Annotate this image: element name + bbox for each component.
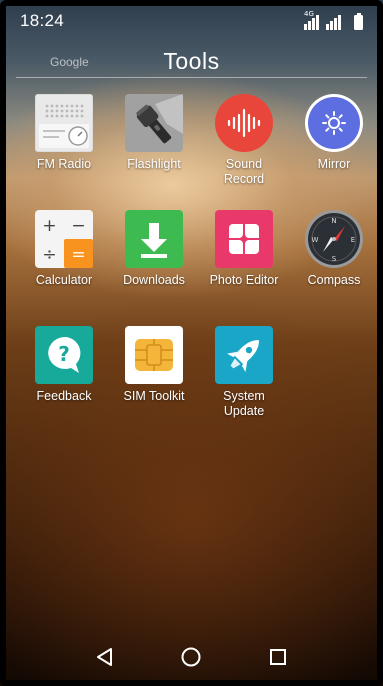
app-label: Mirror xyxy=(317,157,351,171)
app-feedback[interactable]: ? Feedback xyxy=(16,326,112,404)
app-sound-record[interactable]: Sound Record xyxy=(196,94,292,187)
app-photo-editor[interactable]: Photo Editor xyxy=(196,210,292,288)
feedback-question-glyph: ? xyxy=(58,342,70,366)
app-label: Compass xyxy=(307,273,361,287)
recents-icon xyxy=(269,649,286,665)
signal-icon xyxy=(326,14,342,30)
app-label: Calculator xyxy=(35,273,93,287)
compass-n-label: N xyxy=(331,217,336,225)
downloads-icon xyxy=(125,210,183,268)
app-label: Photo Editor xyxy=(209,273,279,287)
app-label: Downloads xyxy=(123,273,185,287)
app-fm-radio[interactable]: FM Radio xyxy=(16,93,112,172)
calc-equals-glyph: = xyxy=(71,245,85,265)
system-update-icon xyxy=(215,326,273,384)
calculator-icon: + − ÷ = xyxy=(35,210,93,268)
app-label: System Update xyxy=(223,389,265,418)
app-label: Flashlight xyxy=(127,157,181,171)
signal-4g-icon: 4G xyxy=(304,10,320,30)
compass-w-label: W xyxy=(312,236,319,244)
app-label: Sound Record xyxy=(223,157,265,186)
status-icons: 4G xyxy=(304,10,363,30)
compass-e-label: E xyxy=(351,236,355,244)
home-button[interactable] xyxy=(178,644,204,670)
fm-radio-icon xyxy=(34,93,94,153)
calc-minus-glyph: − xyxy=(71,216,85,236)
folder-header: Google Tools xyxy=(16,44,367,78)
sound-record-icon xyxy=(215,94,273,152)
app-compass[interactable]: N E S W Compass xyxy=(286,210,382,288)
clock: 18:24 xyxy=(20,11,65,30)
compass-s-label: S xyxy=(332,255,337,263)
app-label: SIM Toolkit xyxy=(123,389,185,403)
app-mirror[interactable]: Mirror xyxy=(286,94,382,172)
app-flashlight[interactable]: Flashlight xyxy=(106,94,202,172)
feedback-icon: ? xyxy=(35,326,93,384)
status-bar: 18:24 4G xyxy=(6,6,377,36)
compass-icon: N E S W xyxy=(305,210,363,268)
app-label: FM Radio xyxy=(36,157,92,171)
calc-divide-glyph: ÷ xyxy=(42,245,56,265)
folder-title[interactable]: Tools xyxy=(16,48,367,75)
calc-plus-glyph: + xyxy=(42,216,56,236)
home-icon xyxy=(181,647,201,667)
battery-icon xyxy=(354,13,363,30)
back-icon xyxy=(97,648,113,666)
mirror-icon xyxy=(305,94,363,152)
photo-editor-icon xyxy=(215,210,273,268)
navigation-bar xyxy=(6,634,377,680)
app-calculator[interactable]: + − ÷ = Calculator xyxy=(16,210,112,288)
app-sim-toolkit[interactable]: SIM Toolkit xyxy=(106,326,202,404)
back-button[interactable] xyxy=(92,644,118,670)
sim-toolkit-icon xyxy=(125,326,183,384)
app-label: Feedback xyxy=(36,389,92,403)
app-system-update[interactable]: System Update xyxy=(196,326,292,419)
app-downloads[interactable]: Downloads xyxy=(106,210,202,288)
flashlight-icon xyxy=(125,94,183,152)
recents-button[interactable] xyxy=(265,644,291,670)
